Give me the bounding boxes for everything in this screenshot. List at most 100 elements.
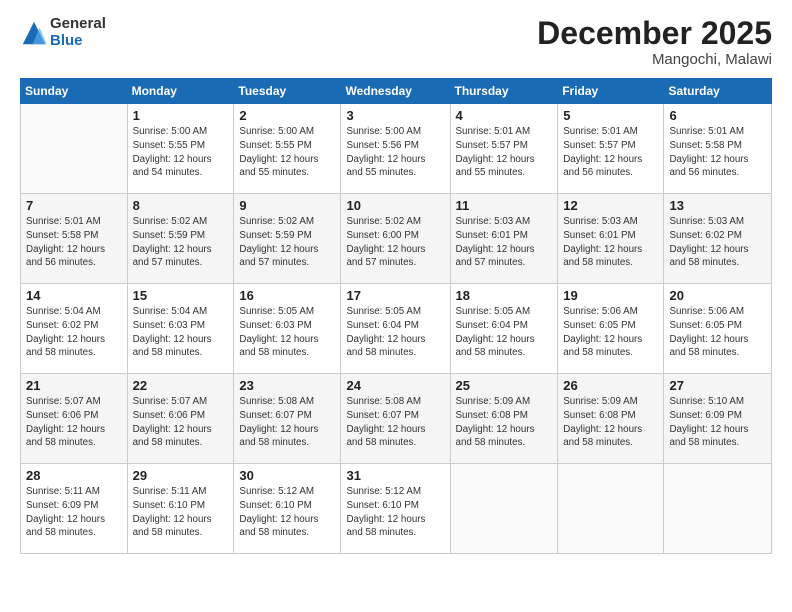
table-row: 17 Sunrise: 5:05 AMSunset: 6:04 PMDayligh…	[341, 284, 450, 374]
day-info: Sunrise: 5:05 AMSunset: 6:04 PMDaylight:…	[346, 305, 444, 360]
table-row	[450, 464, 558, 554]
day-number: 7	[26, 198, 122, 213]
day-number: 15	[133, 288, 229, 303]
day-info: Sunrise: 5:01 AMSunset: 5:57 PMDaylight:…	[456, 125, 553, 180]
logo-text: General Blue	[50, 16, 106, 49]
table-row: 14 Sunrise: 5:04 AMSunset: 6:02 PMDayligh…	[21, 284, 128, 374]
day-number: 10	[346, 198, 444, 213]
day-number: 9	[239, 198, 335, 213]
calendar-week-4: 21 Sunrise: 5:07 AMSunset: 6:06 PMDayligh…	[21, 374, 772, 464]
day-number: 14	[26, 288, 122, 303]
table-row: 24 Sunrise: 5:08 AMSunset: 6:07 PMDayligh…	[341, 374, 450, 464]
day-number: 12	[563, 198, 658, 213]
calendar-table: Sunday Monday Tuesday Wednesday Thursday…	[20, 78, 772, 554]
day-info: Sunrise: 5:05 AMSunset: 6:04 PMDaylight:…	[456, 305, 553, 360]
page: General Blue December 2025 Mangochi, Mal…	[0, 0, 792, 612]
table-row: 27Sunrise: 5:10 AMSunset: 6:09 PMDayligh…	[664, 374, 772, 464]
col-monday: Monday	[127, 79, 234, 104]
day-info: Sunrise: 5:04 AMSunset: 6:02 PMDaylight:…	[26, 305, 122, 360]
location: Mangochi, Malawi	[537, 51, 772, 68]
day-info: Sunrise: 5:06 AMSunset: 6:05 PMDaylight:…	[669, 305, 766, 360]
day-info: Sunrise: 5:09 AMSunset: 6:08 PMDaylight:…	[456, 395, 553, 450]
day-info: Sunrise: 5:01 AMSunset: 5:58 PMDaylight:…	[669, 125, 766, 180]
day-info: Sunrise: 5:03 AMSunset: 6:01 PMDaylight:…	[456, 215, 553, 270]
col-saturday: Saturday	[664, 79, 772, 104]
day-number: 24	[346, 378, 444, 393]
day-info: Sunrise: 5:02 AMSunset: 5:59 PMDaylight:…	[133, 215, 229, 270]
day-number: 4	[456, 108, 553, 123]
day-info: Sunrise: 5:08 AMSunset: 6:07 PMDaylight:…	[239, 395, 335, 450]
table-row: 20 Sunrise: 5:06 AMSunset: 6:05 PMDayligh…	[664, 284, 772, 374]
col-sunday: Sunday	[21, 79, 128, 104]
day-info: Sunrise: 5:00 AMSunset: 5:55 PMDaylight:…	[133, 125, 229, 180]
day-number: 30	[239, 468, 335, 483]
day-number: 19	[563, 288, 658, 303]
table-row: 3 Sunrise: 5:00 AMSunset: 5:56 PMDaylight…	[341, 104, 450, 194]
day-info: Sunrise: 5:12 AMSunset: 6:10 PMDaylight:…	[346, 485, 444, 540]
table-row: 29 Sunrise: 5:11 AMSunset: 6:10 PMDayligh…	[127, 464, 234, 554]
day-info: Sunrise: 5:04 AMSunset: 6:03 PMDaylight:…	[133, 305, 229, 360]
day-info: Sunrise: 5:00 AMSunset: 5:56 PMDaylight:…	[346, 125, 444, 180]
day-info: Sunrise: 5:00 AMSunset: 5:55 PMDaylight:…	[239, 125, 335, 180]
day-number: 23	[239, 378, 335, 393]
table-row	[21, 104, 128, 194]
logo-blue-text: Blue	[50, 33, 106, 50]
day-info: Sunrise: 5:03 AMSunset: 6:02 PMDaylight:…	[669, 215, 766, 270]
table-row: 8 Sunrise: 5:02 AMSunset: 5:59 PMDaylight…	[127, 194, 234, 284]
table-row: 4 Sunrise: 5:01 AMSunset: 5:57 PMDaylight…	[450, 104, 558, 194]
table-row: 15 Sunrise: 5:04 AMSunset: 6:03 PMDayligh…	[127, 284, 234, 374]
table-row: 25 Sunrise: 5:09 AMSunset: 6:08 PMDayligh…	[450, 374, 558, 464]
table-row: 23 Sunrise: 5:08 AMSunset: 6:07 PMDayligh…	[234, 374, 341, 464]
table-row: 31 Sunrise: 5:12 AMSunset: 6:10 PMDayligh…	[341, 464, 450, 554]
day-number: 8	[133, 198, 229, 213]
col-thursday: Thursday	[450, 79, 558, 104]
table-row: 28Sunrise: 5:11 AMSunset: 6:09 PMDayligh…	[21, 464, 128, 554]
day-number: 27	[669, 378, 766, 393]
header-row: Sunday Monday Tuesday Wednesday Thursday…	[21, 79, 772, 104]
table-row: 6Sunrise: 5:01 AMSunset: 5:58 PMDaylight…	[664, 104, 772, 194]
col-friday: Friday	[558, 79, 664, 104]
day-number: 29	[133, 468, 229, 483]
logo: General Blue	[20, 16, 106, 49]
table-row: 19 Sunrise: 5:06 AMSunset: 6:05 PMDayligh…	[558, 284, 664, 374]
day-number: 11	[456, 198, 553, 213]
day-number: 31	[346, 468, 444, 483]
day-number: 5	[563, 108, 658, 123]
table-row	[558, 464, 664, 554]
table-row: 1Sunrise: 5:00 AMSunset: 5:55 PMDaylight…	[127, 104, 234, 194]
logo-icon	[20, 19, 48, 47]
calendar-week-2: 7 Sunrise: 5:01 AMSunset: 5:58 PMDaylight…	[21, 194, 772, 284]
day-number: 13	[669, 198, 766, 213]
day-info: Sunrise: 5:06 AMSunset: 6:05 PMDaylight:…	[563, 305, 658, 360]
calendar-week-3: 14 Sunrise: 5:04 AMSunset: 6:02 PMDayligh…	[21, 284, 772, 374]
table-row: 12Sunrise: 5:03 AMSunset: 6:01 PMDayligh…	[558, 194, 664, 284]
day-info: Sunrise: 5:02 AMSunset: 5:59 PMDaylight:…	[239, 215, 335, 270]
day-number: 16	[239, 288, 335, 303]
day-info: Sunrise: 5:09 AMSunset: 6:08 PMDaylight:…	[563, 395, 658, 450]
day-info: Sunrise: 5:07 AMSunset: 6:06 PMDaylight:…	[133, 395, 229, 450]
title-block: December 2025 Mangochi, Malawi	[537, 16, 772, 68]
table-row: 13 Sunrise: 5:03 AMSunset: 6:02 PMDayligh…	[664, 194, 772, 284]
table-row: 22 Sunrise: 5:07 AMSunset: 6:06 PMDayligh…	[127, 374, 234, 464]
table-row	[664, 464, 772, 554]
day-info: Sunrise: 5:11 AMSunset: 6:10 PMDaylight:…	[133, 485, 229, 540]
table-row: 10Sunrise: 5:02 AMSunset: 6:00 PMDayligh…	[341, 194, 450, 284]
col-wednesday: Wednesday	[341, 79, 450, 104]
day-number: 20	[669, 288, 766, 303]
table-row: 2Sunrise: 5:00 AMSunset: 5:55 PMDaylight…	[234, 104, 341, 194]
day-info: Sunrise: 5:01 AMSunset: 5:58 PMDaylight:…	[26, 215, 122, 270]
day-number: 22	[133, 378, 229, 393]
day-number: 18	[456, 288, 553, 303]
day-info: Sunrise: 5:05 AMSunset: 6:03 PMDaylight:…	[239, 305, 335, 360]
day-info: Sunrise: 5:12 AMSunset: 6:10 PMDaylight:…	[239, 485, 335, 540]
table-row: 21Sunrise: 5:07 AMSunset: 6:06 PMDayligh…	[21, 374, 128, 464]
day-number: 21	[26, 378, 122, 393]
day-info: Sunrise: 5:08 AMSunset: 6:07 PMDaylight:…	[346, 395, 444, 450]
logo-general: General	[50, 16, 106, 33]
col-tuesday: Tuesday	[234, 79, 341, 104]
header: General Blue December 2025 Mangochi, Mal…	[20, 16, 772, 68]
day-number: 25	[456, 378, 553, 393]
day-number: 17	[346, 288, 444, 303]
day-number: 3	[346, 108, 444, 123]
table-row: 5Sunrise: 5:01 AMSunset: 5:57 PMDaylight…	[558, 104, 664, 194]
